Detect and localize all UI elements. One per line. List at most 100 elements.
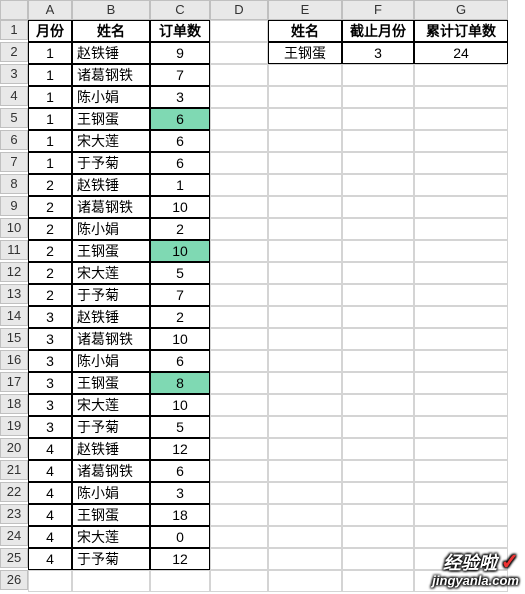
col-header-G[interactable]: G	[414, 0, 508, 20]
cell-E13[interactable]	[268, 284, 342, 306]
col-header-D[interactable]: D	[210, 0, 268, 20]
cell-A8[interactable]: 2	[28, 174, 72, 196]
row-header-6[interactable]: 6	[0, 130, 28, 150]
cell-F23[interactable]	[342, 504, 414, 526]
cell-F25[interactable]	[342, 548, 414, 570]
cell-G10[interactable]	[414, 218, 508, 240]
cell-A6[interactable]: 1	[28, 130, 72, 152]
cell-G8[interactable]	[414, 174, 508, 196]
cell-C10[interactable]: 2	[150, 218, 210, 240]
cell-G20[interactable]	[414, 438, 508, 460]
cell-G9[interactable]	[414, 196, 508, 218]
row-header-11[interactable]: 11	[0, 240, 28, 260]
cell-A19[interactable]: 3	[28, 416, 72, 438]
cell-E3[interactable]	[268, 64, 342, 86]
cell-C12[interactable]: 5	[150, 262, 210, 284]
cell-E1[interactable]: 姓名	[268, 20, 342, 42]
cell-E15[interactable]	[268, 328, 342, 350]
cell-A16[interactable]: 3	[28, 350, 72, 372]
cell-B14[interactable]: 赵铁锤	[72, 306, 150, 328]
cell-E26[interactable]	[268, 570, 342, 592]
cell-B13[interactable]: 于予菊	[72, 284, 150, 306]
cell-B22[interactable]: 陈小娟	[72, 482, 150, 504]
spreadsheet-grid[interactable]: ABCDEFG1月份姓名订单数姓名截止月份累计订单数21赵铁锤9王钢蛋32431…	[0, 0, 508, 592]
cell-G17[interactable]	[414, 372, 508, 394]
cell-C11[interactable]: 10	[150, 240, 210, 262]
cell-B11[interactable]: 王钢蛋	[72, 240, 150, 262]
cell-B1[interactable]: 姓名	[72, 20, 150, 42]
cell-C15[interactable]: 10	[150, 328, 210, 350]
cell-A5[interactable]: 1	[28, 108, 72, 130]
cell-F18[interactable]	[342, 394, 414, 416]
row-header-15[interactable]: 15	[0, 328, 28, 348]
cell-F12[interactable]	[342, 262, 414, 284]
cell-F26[interactable]	[342, 570, 414, 592]
cell-E5[interactable]	[268, 108, 342, 130]
cell-G18[interactable]	[414, 394, 508, 416]
cell-F17[interactable]	[342, 372, 414, 394]
cell-C6[interactable]: 6	[150, 130, 210, 152]
row-header-4[interactable]: 4	[0, 86, 28, 106]
cell-B3[interactable]: 诸葛钢铁	[72, 64, 150, 86]
cell-C4[interactable]: 3	[150, 86, 210, 108]
cell-A18[interactable]: 3	[28, 394, 72, 416]
cell-D11[interactable]	[210, 240, 268, 262]
cell-G24[interactable]	[414, 526, 508, 548]
cell-F6[interactable]	[342, 130, 414, 152]
cell-B9[interactable]: 诸葛钢铁	[72, 196, 150, 218]
cell-E20[interactable]	[268, 438, 342, 460]
cell-C26[interactable]	[150, 570, 210, 592]
col-header-A[interactable]: A	[28, 0, 72, 20]
cell-E10[interactable]	[268, 218, 342, 240]
cell-D19[interactable]	[210, 416, 268, 438]
cell-B16[interactable]: 陈小娟	[72, 350, 150, 372]
cell-E6[interactable]	[268, 130, 342, 152]
col-header-E[interactable]: E	[268, 0, 342, 20]
cell-B23[interactable]: 王钢蛋	[72, 504, 150, 526]
cell-A3[interactable]: 1	[28, 64, 72, 86]
cell-G16[interactable]	[414, 350, 508, 372]
cell-E24[interactable]	[268, 526, 342, 548]
cell-D15[interactable]	[210, 328, 268, 350]
cell-F3[interactable]	[342, 64, 414, 86]
cell-A23[interactable]: 4	[28, 504, 72, 526]
col-header-F[interactable]: F	[342, 0, 414, 20]
cell-F16[interactable]	[342, 350, 414, 372]
cell-C23[interactable]: 18	[150, 504, 210, 526]
cell-D4[interactable]	[210, 86, 268, 108]
cell-F20[interactable]	[342, 438, 414, 460]
cell-A21[interactable]: 4	[28, 460, 72, 482]
cell-D26[interactable]	[210, 570, 268, 592]
row-header-23[interactable]: 23	[0, 504, 28, 524]
cell-E14[interactable]	[268, 306, 342, 328]
cell-G3[interactable]	[414, 64, 508, 86]
cell-B2[interactable]: 赵铁锤	[72, 42, 150, 64]
cell-A12[interactable]: 2	[28, 262, 72, 284]
cell-D8[interactable]	[210, 174, 268, 196]
row-header-26[interactable]: 26	[0, 570, 28, 590]
row-header-9[interactable]: 9	[0, 196, 28, 216]
row-header-2[interactable]: 2	[0, 42, 28, 62]
cell-G11[interactable]	[414, 240, 508, 262]
row-header-12[interactable]: 12	[0, 262, 28, 282]
cell-D5[interactable]	[210, 108, 268, 130]
cell-C1[interactable]: 订单数	[150, 20, 210, 42]
row-header-20[interactable]: 20	[0, 438, 28, 458]
cell-G22[interactable]	[414, 482, 508, 504]
cell-F5[interactable]	[342, 108, 414, 130]
cell-C17[interactable]: 8	[150, 372, 210, 394]
cell-E19[interactable]	[268, 416, 342, 438]
cell-C13[interactable]: 7	[150, 284, 210, 306]
cell-F19[interactable]	[342, 416, 414, 438]
cell-B24[interactable]: 宋大莲	[72, 526, 150, 548]
cell-D9[interactable]	[210, 196, 268, 218]
cell-D6[interactable]	[210, 130, 268, 152]
cell-A4[interactable]: 1	[28, 86, 72, 108]
cell-A22[interactable]: 4	[28, 482, 72, 504]
cell-F2[interactable]: 3	[342, 42, 414, 64]
cell-E22[interactable]	[268, 482, 342, 504]
cell-D23[interactable]	[210, 504, 268, 526]
cell-C9[interactable]: 10	[150, 196, 210, 218]
cell-B10[interactable]: 陈小娟	[72, 218, 150, 240]
cell-A2[interactable]: 1	[28, 42, 72, 64]
